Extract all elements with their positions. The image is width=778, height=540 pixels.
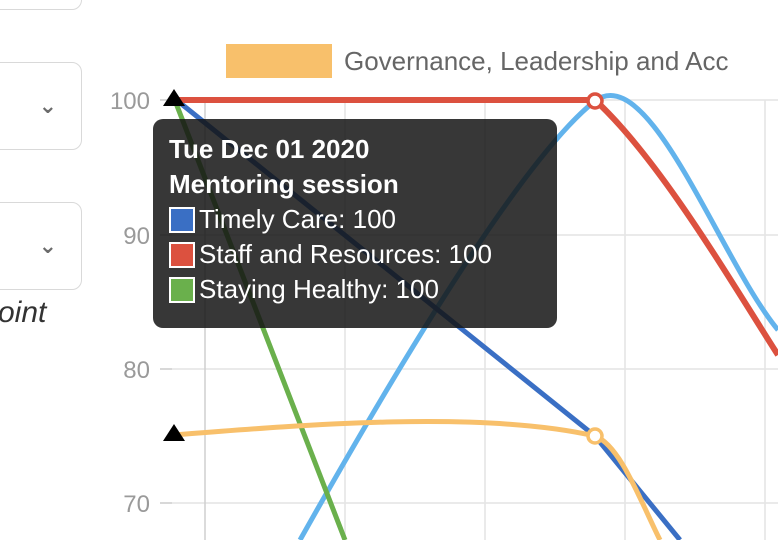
tooltip-row-label: Timely Care: 100 xyxy=(199,204,396,234)
tooltip-row: Staying Healthy: 100 xyxy=(169,272,541,307)
tooltip-swatch xyxy=(169,276,195,303)
y-tick-label: 80 xyxy=(123,357,150,384)
tooltip-swatch xyxy=(169,206,195,233)
y-tick-label: 90 xyxy=(123,223,150,250)
data-point[interactable] xyxy=(586,92,604,110)
y-tick-label: 100 xyxy=(110,88,150,115)
tooltip-row: Timely Care: 100 xyxy=(169,202,541,237)
tooltip-swatch xyxy=(169,241,195,268)
legend-label[interactable]: Governance, Leadership and Acc xyxy=(344,46,728,76)
tooltip-row-label: Staff and Resources: 100 xyxy=(199,239,492,269)
tooltip-row: Staff and Resources: 100 xyxy=(169,237,541,272)
legend[interactable]: Governance, Leadership and Acc xyxy=(226,44,728,78)
tooltip-row-label: Staying Healthy: 100 xyxy=(199,274,439,304)
tooltip-event: Mentoring session xyxy=(169,169,399,199)
data-point[interactable] xyxy=(586,427,604,445)
tooltip-date: Tue Dec 01 2020 xyxy=(169,134,370,164)
chart-tooltip: Tue Dec 01 2020 Mentoring session Timely… xyxy=(153,119,557,328)
y-tick-label: 70 xyxy=(123,491,150,518)
legend-swatch[interactable] xyxy=(226,44,332,78)
